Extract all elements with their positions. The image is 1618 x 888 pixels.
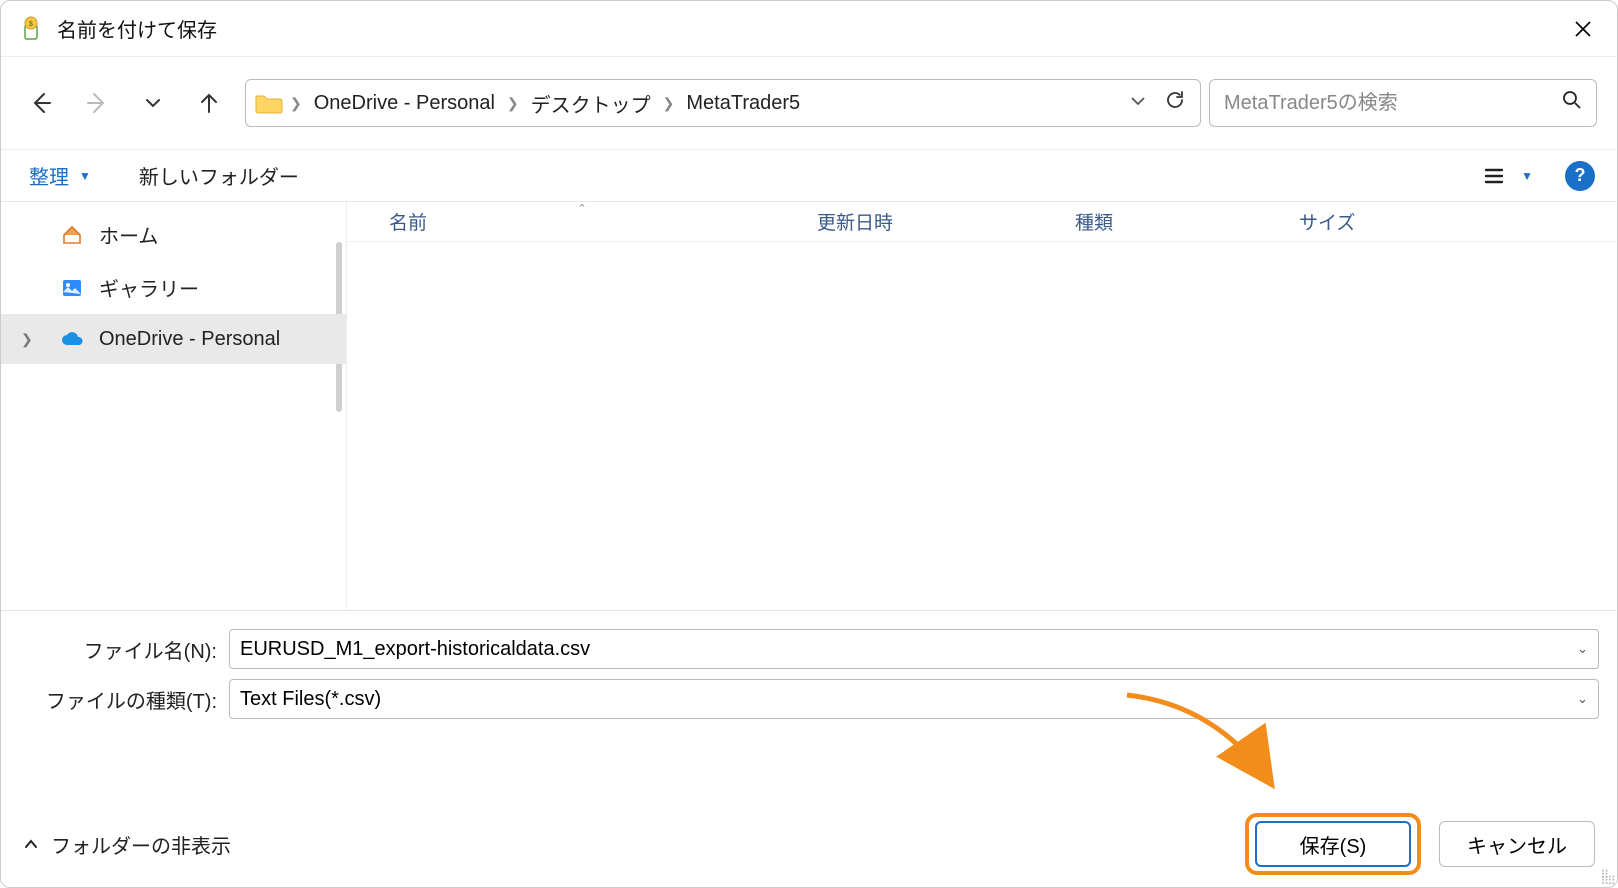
sidebar-item-onedrive[interactable]: ❯ OneDrive - Personal	[1, 314, 346, 364]
app-icon: $	[17, 15, 45, 43]
new-folder-button[interactable]: 新しいフォルダー	[133, 157, 305, 194]
chevron-up-icon	[23, 836, 39, 852]
breadcrumb-item[interactable]: デスクトップ	[525, 85, 657, 122]
column-header-name[interactable]: ⌃ 名前	[347, 208, 817, 235]
breadcrumb-item[interactable]: MetaTrader5	[680, 88, 806, 119]
up-button[interactable]	[193, 87, 225, 119]
hide-folders-toggle[interactable]: フォルダーの非表示	[23, 830, 231, 859]
expand-chevron-icon[interactable]: ❯	[21, 331, 33, 348]
folder-icon	[254, 91, 284, 115]
svg-text:$: $	[29, 21, 33, 28]
home-icon	[59, 222, 85, 248]
chevron-right-icon[interactable]: ❯	[290, 95, 302, 112]
annotation-highlight: 保存(S)	[1245, 813, 1421, 875]
chevron-down-icon[interactable]: ⌄	[1567, 691, 1588, 707]
breadcrumb-item[interactable]: OneDrive - Personal	[308, 88, 501, 119]
forward-button[interactable]	[81, 87, 113, 119]
chevron-right-icon[interactable]: ❯	[663, 95, 675, 112]
cloud-icon	[59, 326, 85, 352]
chevron-down-icon[interactable]: ⌄	[1567, 641, 1588, 657]
filetype-value: Text Files(*.csv)	[240, 688, 1567, 711]
view-options[interactable]: ▼	[1475, 161, 1541, 191]
list-view-icon	[1483, 165, 1505, 187]
sidebar-item-gallery[interactable]: ギャラリー	[1, 261, 346, 314]
sidebar-item-label: ホーム	[99, 220, 158, 249]
search-icon[interactable]	[1562, 90, 1582, 116]
column-header-date[interactable]: 更新日時	[817, 208, 1075, 235]
organize-menu[interactable]: 整理 ▼	[23, 157, 97, 194]
column-header-size[interactable]: サイズ	[1299, 208, 1617, 235]
help-button[interactable]: ?	[1565, 161, 1595, 191]
recent-dropdown[interactable]	[137, 87, 169, 119]
window-title: 名前を付けて保存	[57, 14, 1557, 43]
sidebar-item-home[interactable]: ホーム	[1, 208, 346, 261]
file-list[interactable]: ⌃ 名前 更新日時 種類 サイズ	[347, 202, 1617, 610]
column-header-type[interactable]: 種類	[1075, 208, 1299, 235]
filename-input[interactable]	[240, 638, 1567, 661]
gallery-icon	[59, 275, 85, 301]
sidebar-item-label: ギャラリー	[99, 273, 199, 302]
sort-asc-icon: ⌃	[577, 202, 586, 215]
close-button[interactable]	[1557, 8, 1609, 50]
chevron-down-icon: ▼	[1521, 169, 1533, 183]
chevron-right-icon[interactable]: ❯	[507, 95, 519, 112]
search-input[interactable]	[1224, 92, 1552, 115]
filename-combo[interactable]: ⌄	[229, 629, 1599, 669]
filename-label: ファイル名(N):	[19, 635, 229, 664]
history-dropdown[interactable]	[1130, 92, 1146, 115]
filetype-combo[interactable]: Text Files(*.csv) ⌄	[229, 679, 1599, 719]
resize-grip[interactable]: ⠿⠿⠿	[1600, 872, 1614, 884]
save-button[interactable]: 保存(S)	[1255, 821, 1411, 867]
sidebar-item-label: OneDrive - Personal	[99, 328, 280, 351]
refresh-button[interactable]	[1164, 89, 1186, 117]
back-button[interactable]	[25, 87, 57, 119]
address-bar[interactable]: ❯ OneDrive - Personal ❯ デスクトップ ❯ MetaTra…	[245, 79, 1201, 127]
cancel-button[interactable]: キャンセル	[1439, 821, 1595, 867]
search-box[interactable]	[1209, 79, 1597, 127]
navigation-sidebar: ホーム ギャラリー ❯ OneDrive - Personal	[1, 202, 347, 610]
filetype-label: ファイルの種類(T):	[19, 685, 229, 714]
chevron-down-icon: ▼	[79, 169, 91, 183]
